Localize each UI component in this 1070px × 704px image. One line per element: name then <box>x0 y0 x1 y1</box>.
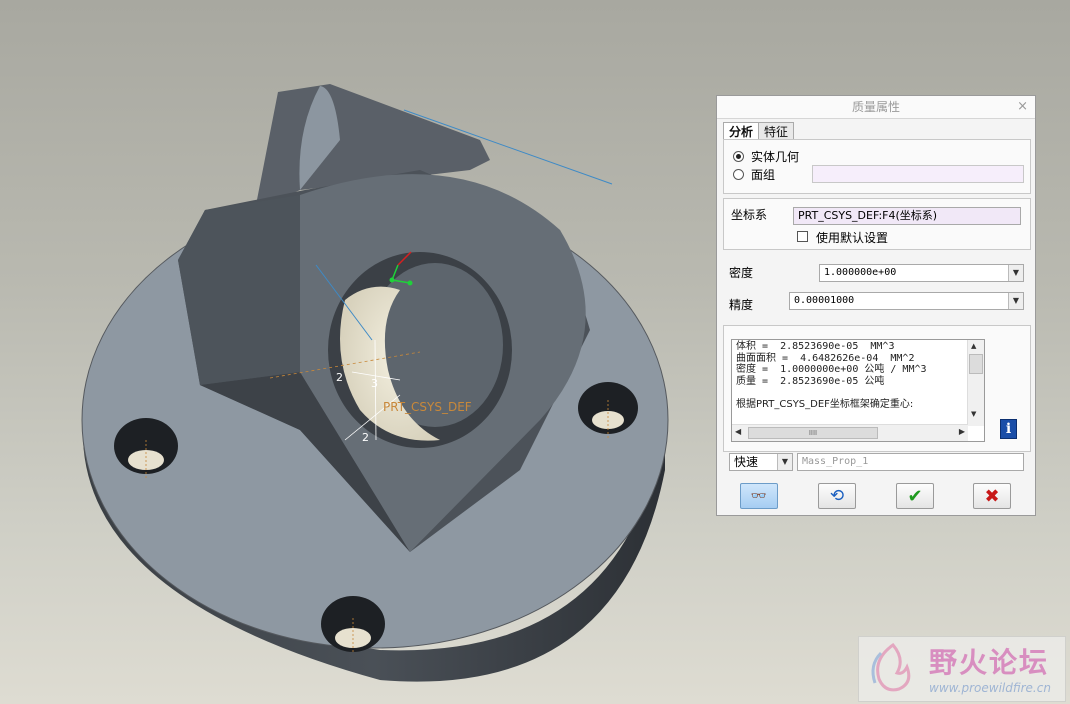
mode-dropdown[interactable]: 快速 ▼ <box>729 453 793 471</box>
info-icon[interactable]: i <box>1000 419 1017 439</box>
vertical-scrollbar[interactable]: ▲ ▼ <box>967 340 984 426</box>
ok-button[interactable]: ✔ <box>896 483 934 509</box>
mode-value: 快速 <box>734 455 759 469</box>
density-label: 密度 <box>729 266 754 280</box>
cancel-button[interactable]: ✖ <box>973 483 1011 509</box>
preview-button[interactable]: 👓 <box>740 483 778 509</box>
scroll-thumb[interactable] <box>969 354 983 374</box>
hscroll-thumb[interactable]: IIII <box>748 427 878 439</box>
scroll-right-icon[interactable]: ▶ <box>959 427 965 436</box>
horizontal-scrollbar[interactable]: ◀ IIII ▶ <box>732 424 968 441</box>
density-dropdown[interactable]: 1.000000e+00 ▼ <box>819 264 1024 282</box>
results-text: 体积 = 2.8523690e-05 MM^3 曲面面积 = 4.6482626e… <box>736 341 927 410</box>
density-value: 1.000000e+00 <box>824 267 897 278</box>
axis-label: 3 <box>371 377 378 390</box>
scroll-left-icon[interactable]: ◀ <box>735 427 741 436</box>
analysis-name-field[interactable]: Mass_Prop_1 <box>797 453 1024 471</box>
quilt-label: 面组 <box>751 168 776 182</box>
cross-icon: ✖ <box>984 485 1000 507</box>
watermark-title: 野火论坛 <box>929 646 1050 679</box>
checkmark-icon: ✔ <box>907 485 923 507</box>
scroll-up-icon[interactable]: ▲ <box>971 342 976 350</box>
precision-label: 精度 <box>729 298 754 312</box>
solid-geometry-label: 实体几何 <box>751 150 800 164</box>
use-default-checkbox[interactable] <box>797 231 808 242</box>
axis-label: 2 <box>362 431 369 444</box>
chevron-down-icon[interactable]: ▼ <box>1008 293 1023 309</box>
quilt-field[interactable] <box>812 165 1024 183</box>
boss-left-face <box>178 195 300 385</box>
precision-value: 0.00001000 <box>794 295 855 306</box>
use-default-label: 使用默认设置 <box>816 231 889 245</box>
chevron-down-icon[interactable]: ▼ <box>1008 265 1023 281</box>
forum-watermark: 野火论坛 www.proewildfire.cn <box>858 636 1066 702</box>
results-textarea[interactable]: 体积 = 2.8523690e-05 MM^3 曲面面积 = 4.6482626e… <box>731 339 985 442</box>
precision-dropdown[interactable]: 0.00001000 ▼ <box>789 292 1024 310</box>
flame-logo-icon <box>871 642 911 692</box>
axis-label: 2 <box>336 371 343 384</box>
solid-geometry-radio[interactable] <box>733 151 744 162</box>
watermark-url: www.proewildfire.cn <box>929 681 1051 695</box>
csys-label: 坐标系 <box>731 208 768 222</box>
glasses-icon: 👓 <box>750 488 768 504</box>
csys-label: PRT_CSYS_DEF <box>383 400 472 414</box>
refresh-icon: ⟲ <box>829 486 845 506</box>
dialog-titlebar[interactable]: 质量属性 × <box>717 96 1035 119</box>
chevron-down-icon[interactable]: ▼ <box>777 454 792 470</box>
scroll-down-icon[interactable]: ▼ <box>971 410 976 418</box>
csys-field[interactable]: PRT_CSYS_DEF:F4(坐标系) <box>793 207 1021 225</box>
quilt-radio[interactable] <box>733 169 744 180</box>
dialog-title: 质量属性 <box>851 100 900 114</box>
close-icon[interactable]: × <box>1017 96 1028 118</box>
repeat-button[interactable]: ⟲ <box>818 483 856 509</box>
